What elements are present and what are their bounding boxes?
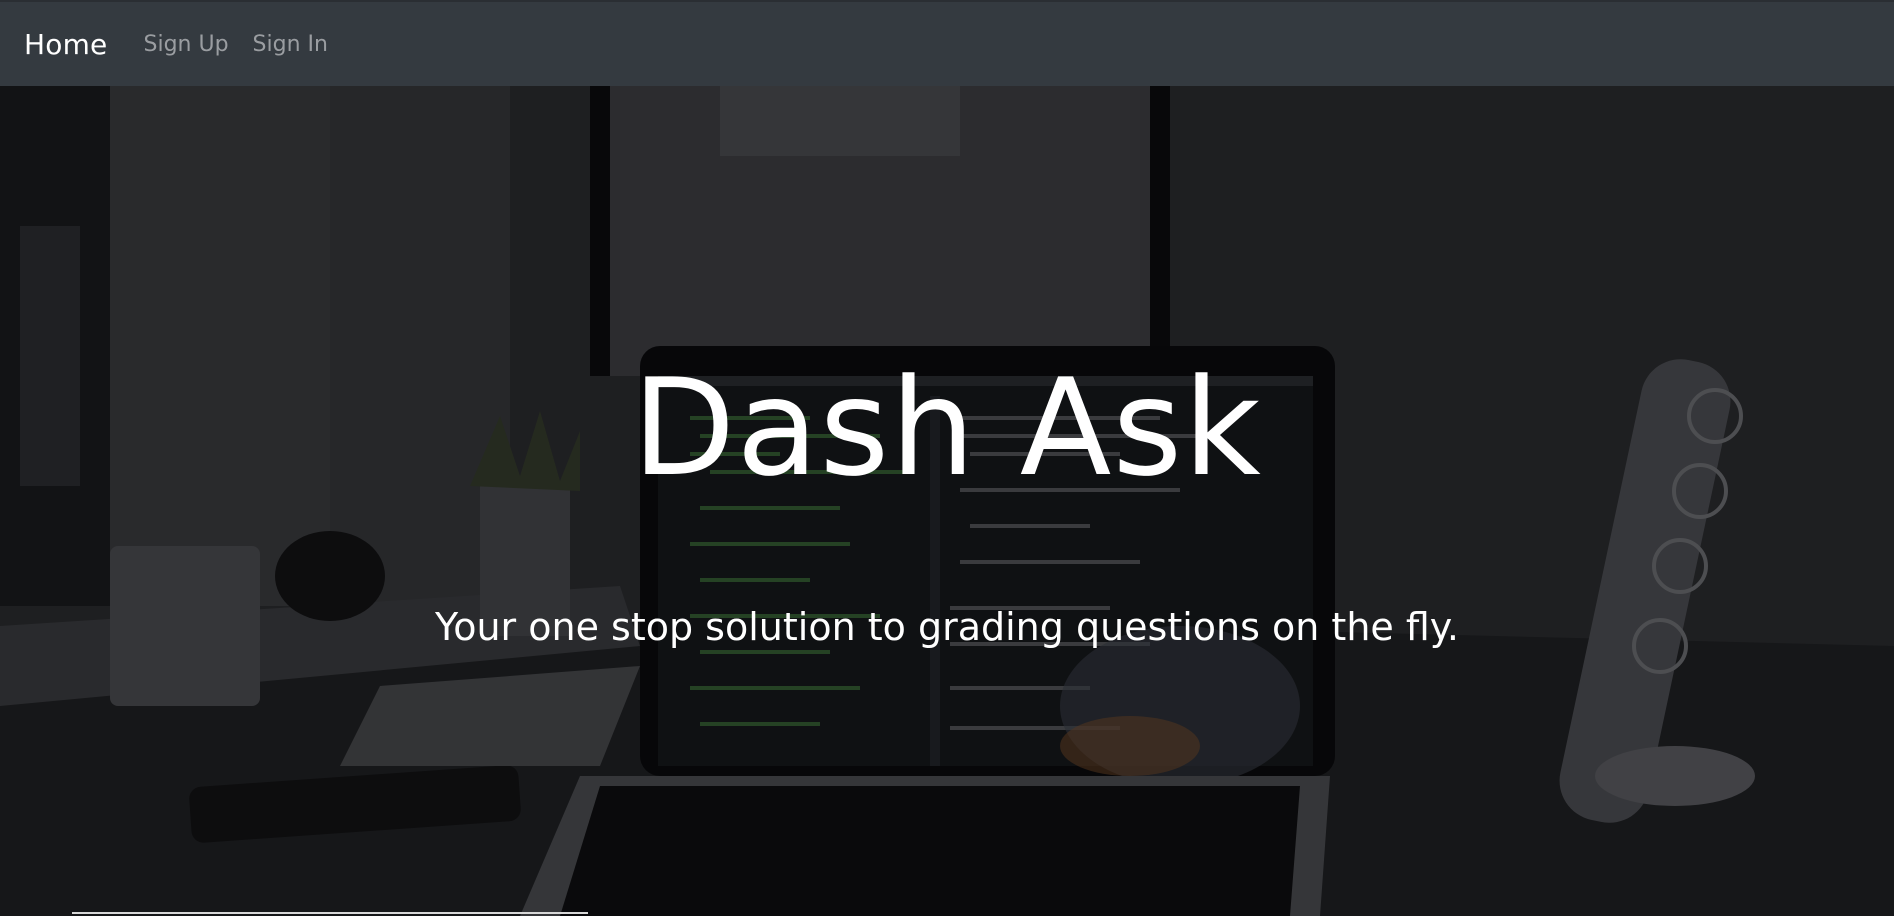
bottom-divider (72, 912, 588, 914)
hero-title: Dash Ask (632, 350, 1262, 506)
page: Home Sign Up Sign In Dash Ask Your one s… (0, 0, 1894, 916)
nav-sign-up-link[interactable]: Sign Up (144, 32, 229, 57)
top-navbar: Home Sign Up Sign In (0, 0, 1894, 86)
brand-home-link[interactable]: Home (24, 28, 108, 61)
hero-subtitle: Your one stop solution to grading questi… (435, 605, 1459, 649)
nav-sign-in-link[interactable]: Sign In (253, 32, 328, 57)
